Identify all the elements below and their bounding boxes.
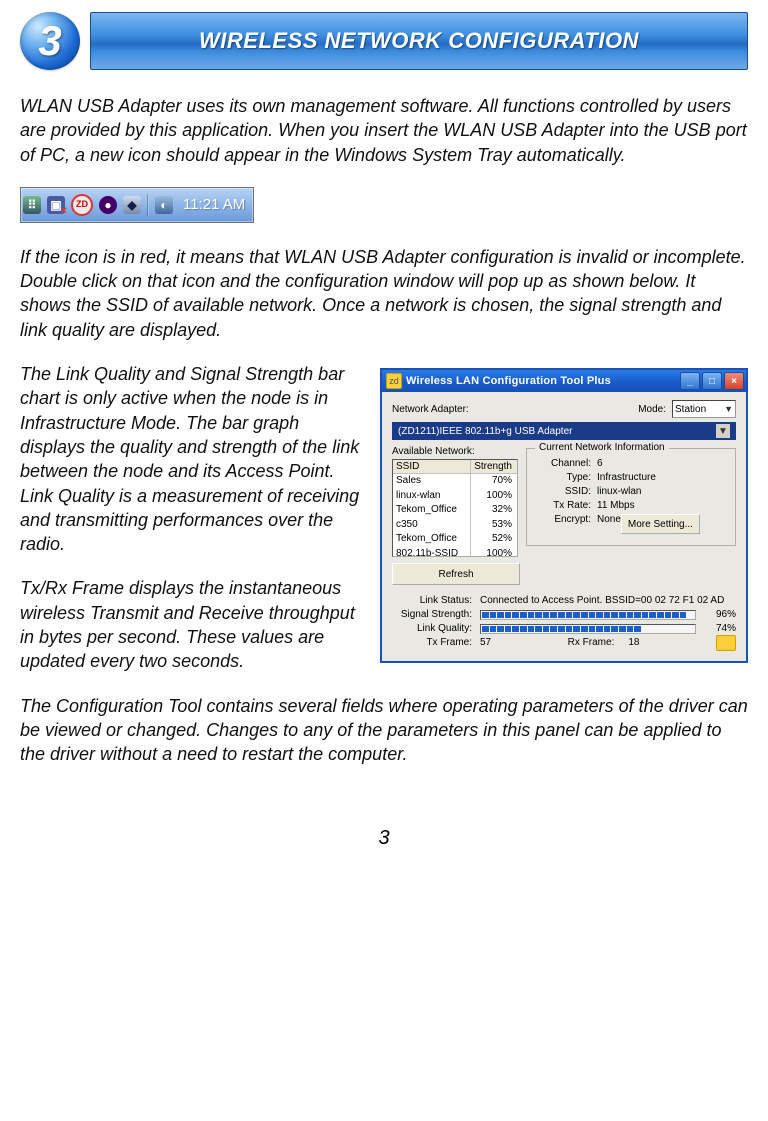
list-item[interactable]: Sales70% xyxy=(393,474,517,489)
close-button[interactable]: × xyxy=(724,372,744,390)
channel-value: 6 xyxy=(597,458,603,469)
tray-icon-network: ⠿ xyxy=(23,196,41,214)
tx-frame-label: Tx Frame: xyxy=(392,637,472,651)
tray-icon-generic2: ● xyxy=(99,196,117,214)
mode-label: Mode: xyxy=(638,404,666,415)
col-strength: Strength xyxy=(471,460,515,473)
mode-value: Station xyxy=(675,404,706,415)
refresh-button[interactable]: Refresh xyxy=(392,563,520,585)
paragraph-1: WLAN USB Adapter uses its own management… xyxy=(20,94,748,167)
link-status-value: Connected to Access Point. BSSID=00 02 7… xyxy=(480,595,724,606)
list-item[interactable]: Tekom_Office52% xyxy=(393,532,517,547)
page-number: 3 xyxy=(20,827,748,850)
encrypt-value: None xyxy=(597,514,621,534)
list-item[interactable]: 802.11b-SSID100% xyxy=(393,547,517,558)
col-ssid: SSID xyxy=(393,460,471,473)
maximize-button[interactable]: □ xyxy=(702,372,722,390)
list-item[interactable]: c35053% xyxy=(393,518,517,533)
txrate-label: Tx Rate: xyxy=(535,500,591,511)
tx-frame-value: 57 xyxy=(480,637,491,651)
tray-clock: 11:21 AM xyxy=(179,196,245,213)
current-network-info: Current Network Information Channel:6 Ty… xyxy=(526,448,736,546)
available-network-label: Available Network: xyxy=(392,446,518,457)
tray-icon-generic3: ◆ xyxy=(123,196,141,214)
signal-strength-value: 96% xyxy=(702,609,736,620)
paragraph-2: If the icon is in red, it means that WLA… xyxy=(20,245,748,342)
signal-strength-label: Signal Strength: xyxy=(392,609,472,620)
chapter-number-badge: 3 xyxy=(20,12,80,70)
encrypt-label: Encrypt: xyxy=(535,514,591,534)
info-legend: Current Network Information xyxy=(535,442,669,453)
paragraph-5: The Configuration Tool contains several … xyxy=(20,694,748,767)
rx-frame-value: 18 xyxy=(628,637,639,651)
adapter-label: Network Adapter: xyxy=(392,404,469,415)
txrate-value: 11 Mbps xyxy=(597,500,635,511)
list-item[interactable]: Tekom_Office32% xyxy=(393,503,517,518)
rx-frame-label: Rx Frame: xyxy=(568,637,615,651)
list-item[interactable]: linux-wlan100% xyxy=(393,489,517,504)
app-icon: zd xyxy=(386,373,402,389)
window-title: Wireless LAN Configuration Tool Plus xyxy=(406,375,680,387)
ssid-value: linux-wlan xyxy=(597,486,641,497)
signal-strength-bar xyxy=(480,610,696,620)
mode-select[interactable]: Station ▼ xyxy=(672,400,736,418)
chapter-header: 3 WIRELESS NETWORK CONFIGURATION xyxy=(20,12,748,70)
wlan-config-window: zd Wireless LAN Configuration Tool Plus … xyxy=(380,368,748,663)
link-quality-value: 74% xyxy=(702,623,736,634)
ssid-label: SSID: xyxy=(535,486,591,497)
chevron-down-icon: ▼ xyxy=(724,404,733,414)
minimize-button[interactable]: _ xyxy=(680,372,700,390)
more-setting-button[interactable]: More Setting... xyxy=(621,514,700,534)
chapter-title: WIRELESS NETWORK CONFIGURATION xyxy=(90,12,748,70)
available-network-list[interactable]: SSID Strength Sales70% linux-wlan100% Te… xyxy=(392,459,518,557)
link-quality-label: Link Quality: xyxy=(392,623,472,634)
channel-label: Channel: xyxy=(535,458,591,469)
type-label: Type: xyxy=(535,472,591,483)
tray-separator xyxy=(147,194,149,216)
app-icon xyxy=(716,635,736,651)
type-value: Infrastructure xyxy=(597,472,656,483)
tray-icon-wlan-adapter: ZD xyxy=(71,194,93,216)
adapter-value: (ZD1211)IEEE 802.11b+g USB Adapter xyxy=(398,426,572,437)
tray-icon-generic4: ◐ xyxy=(155,196,173,214)
link-quality-bar xyxy=(480,624,696,634)
adapter-select[interactable]: (ZD1211)IEEE 802.11b+g USB Adapter ▼ xyxy=(392,422,736,440)
chevron-down-icon: ▼ xyxy=(716,424,730,438)
system-tray-screenshot: ⠿ ▣ ZD ● ◆ ◐ 11:21 AM xyxy=(20,187,254,223)
link-status-label: Link Status: xyxy=(392,595,472,606)
tray-icon-generic: ▣ xyxy=(47,196,65,214)
window-titlebar: zd Wireless LAN Configuration Tool Plus … xyxy=(382,370,746,392)
